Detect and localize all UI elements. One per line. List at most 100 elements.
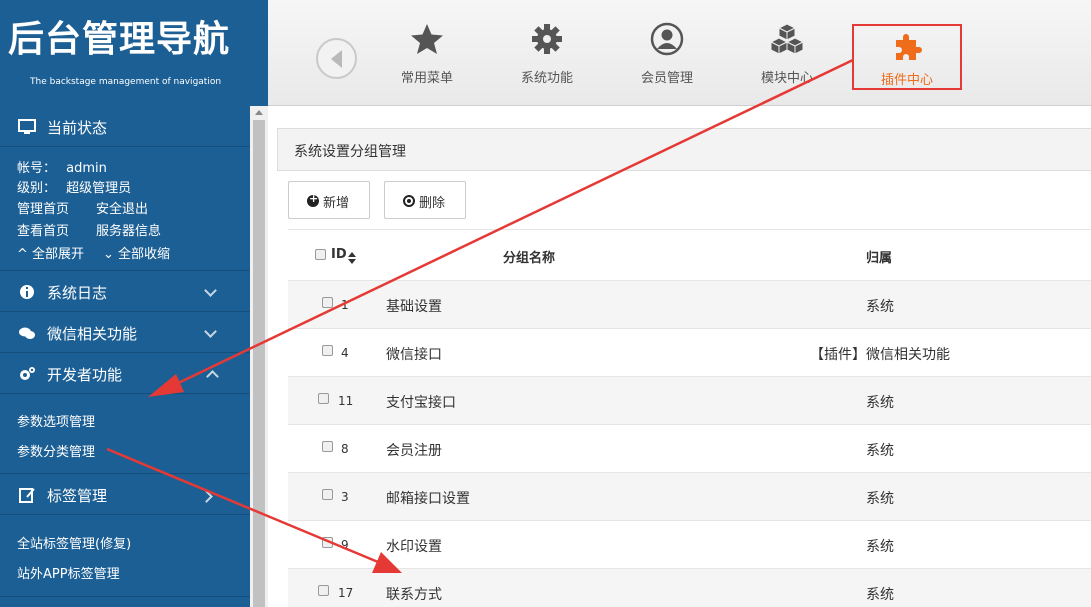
page-title: 系统设置分组管理 [294, 144, 406, 160]
row-name: 支付宝接口 [386, 395, 456, 411]
sort-icon[interactable] [348, 252, 356, 264]
table-header-row: ID 分组名称 归属 [288, 229, 1091, 280]
row-name: 会员注册 [386, 443, 442, 459]
nav-module-center[interactable]: 模块中心 [732, 22, 842, 90]
sidebar-scrollbar[interactable] [250, 106, 268, 607]
nav-member-management[interactable]: 会员管理 [612, 22, 722, 90]
row-checkbox[interactable] [322, 297, 333, 308]
account-info: 帐号： admin [17, 157, 107, 176]
table-row[interactable]: 1 基础设置 系统 [288, 280, 1091, 328]
expand-all-label: 全部展开 [32, 247, 85, 262]
sidebar-status-header[interactable]: 当前状态 [0, 106, 250, 147]
group-table: ID 分组名称 归属 1 基础设置 系统 4 微信接口 【插件】微信相关功能 1… [288, 229, 1091, 607]
row-id: 11 [338, 394, 354, 408]
server-info-link[interactable]: 服务器信息 [96, 220, 161, 239]
table-row[interactable]: 8 会员注册 系统 [288, 424, 1091, 472]
view-home-link[interactable]: 查看首页 [17, 220, 69, 239]
gear-icon [532, 24, 562, 54]
table-row[interactable]: 17 联系方式 系统 [288, 568, 1091, 607]
remove-circle-icon [403, 195, 415, 207]
row-id: 4 [341, 346, 349, 360]
row-owner: 系统 [866, 539, 894, 555]
chevron-up-icon: ^ [17, 247, 28, 262]
row-id: 9 [341, 538, 349, 552]
back-button[interactable] [316, 38, 357, 79]
admin-home-link[interactable]: 管理首页 [17, 198, 69, 217]
section-label: 开发者功能 [47, 366, 123, 384]
logout-link[interactable]: 安全退出 [96, 198, 148, 217]
star-icon [411, 24, 443, 54]
row-id: 8 [341, 442, 349, 456]
cubes-icon [770, 23, 804, 55]
id-column-header[interactable]: ID [331, 247, 347, 262]
table-row[interactable]: 3 邮箱接口设置 系统 [288, 472, 1091, 520]
logo: 后台管理导航 The backstage management of navig… [0, 0, 268, 106]
section-label: 标签管理 [47, 487, 108, 505]
level-label: 级别： [17, 181, 57, 196]
logo-subtitle: The backstage management of navigation [30, 77, 222, 87]
top-nav: 常用菜单 系统功能 会员管理 模块中心 插件中心 [268, 0, 1091, 106]
select-all-checkbox[interactable] [315, 249, 326, 260]
sidebar-item-param-options[interactable]: 参数选项管理 [17, 411, 95, 430]
scrollbar-thumb[interactable] [253, 120, 265, 607]
sidebar-section-system-log[interactable]: 系统日志 [0, 271, 250, 312]
level-value: 超级管理员 [66, 181, 132, 196]
collapse-all-button[interactable]: ⌄ 全部收缩 [103, 243, 170, 262]
table-row[interactable]: 4 微信接口 【插件】微信相关功能 [288, 328, 1091, 376]
collapse-all-label: 全部收缩 [118, 247, 171, 262]
row-id: 3 [341, 490, 349, 504]
nav-system-functions[interactable]: 系统功能 [492, 22, 602, 90]
account-value: admin [66, 161, 107, 176]
sidebar: 当前状态 帐号： admin 级别： 超级管理员 管理首页 安全退出 查看首页 … [0, 106, 250, 607]
logo-title: 后台管理导航 [8, 19, 231, 60]
sidebar-item-param-categories[interactable]: 参数分类管理 [17, 441, 95, 460]
row-id: 1 [341, 298, 349, 312]
plus-circle-icon [307, 192, 319, 207]
nav-plugin-center[interactable]: 插件中心 [852, 24, 962, 90]
add-button[interactable]: 新增 [288, 181, 370, 219]
edit-icon [19, 488, 35, 503]
sidebar-item-app-tags[interactable]: 站外APP标签管理 [17, 563, 120, 582]
row-checkbox[interactable] [322, 537, 333, 548]
scroll-up-icon[interactable] [255, 110, 263, 115]
chevron-down-icon [204, 325, 217, 338]
table-row[interactable]: 9 水印设置 系统 [288, 520, 1091, 568]
sidebar-section-wechat[interactable]: 微信相关功能 [0, 312, 250, 353]
info-icon [20, 285, 34, 299]
row-checkbox[interactable] [318, 393, 329, 404]
nav-label: 模块中心 [760, 71, 813, 86]
level-info: 级别： 超级管理员 [17, 177, 131, 196]
chevron-left-icon [331, 50, 342, 68]
row-checkbox[interactable] [322, 345, 333, 356]
chevron-right-icon [200, 490, 213, 503]
nav-label: 系统功能 [520, 71, 573, 86]
name-column-header: 分组名称 [503, 251, 556, 266]
row-name: 基础设置 [386, 299, 442, 315]
row-checkbox[interactable] [318, 585, 329, 596]
sidebar-section-developer[interactable]: 开发者功能 [0, 353, 250, 394]
delete-button[interactable]: 删除 [384, 181, 466, 219]
panel-header: 系统设置分组管理 [277, 128, 1091, 171]
row-checkbox[interactable] [322, 441, 333, 452]
row-owner: 系统 [866, 491, 894, 507]
section-label: 微信相关功能 [47, 325, 138, 343]
table-row[interactable]: 11 支付宝接口 系统 [288, 376, 1091, 424]
expand-all-button[interactable]: ^ 全部展开 [17, 243, 84, 262]
sidebar-section-tags[interactable]: 标签管理 [0, 474, 250, 515]
delete-button-label: 删除 [419, 196, 446, 211]
nav-label: 插件中心 [880, 73, 933, 88]
owner-column-header: 归属 [866, 251, 893, 266]
divider [0, 596, 250, 597]
sidebar-status-title: 当前状态 [47, 119, 108, 137]
chevron-down-icon [204, 284, 217, 297]
row-name: 联系方式 [386, 587, 442, 603]
row-owner: 系统 [866, 299, 894, 315]
row-checkbox[interactable] [322, 489, 333, 500]
user-icon [650, 22, 684, 56]
row-owner: 系统 [866, 443, 894, 459]
sidebar-item-site-tags[interactable]: 全站标签管理(修复) [17, 533, 131, 552]
section-label: 系统日志 [47, 284, 108, 302]
nav-common-menu[interactable]: 常用菜单 [372, 22, 482, 90]
nav-label: 常用菜单 [400, 71, 453, 86]
nav-label: 会员管理 [640, 71, 693, 86]
